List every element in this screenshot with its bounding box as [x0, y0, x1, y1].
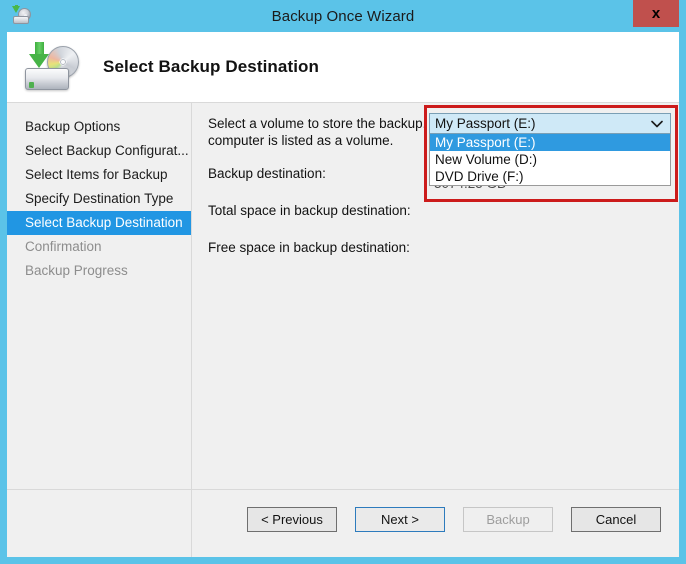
- backup-disk-icon: [11, 5, 33, 27]
- backup-destination-disk-icon: [19, 41, 81, 93]
- sidebar-item-select-items-for-backup[interactable]: Select Items for Backup: [7, 163, 191, 187]
- free-space-label: Free space in backup destination:: [208, 240, 410, 255]
- backup-once-wizard-window: Backup Once Wizard x bakicubukbakicubukb…: [0, 0, 686, 564]
- backup-destination-combobox[interactable]: My Passport (E:) My Passport (E:) New Vo…: [429, 113, 671, 186]
- combo-option-new-volume[interactable]: New Volume (D:): [430, 151, 670, 168]
- dialog-button-bar: < Previous Next > Backup Cancel: [247, 507, 661, 532]
- title-bar: Backup Once Wizard x: [7, 0, 679, 32]
- client-area: bakicubukbakicubukbakicubukbakicubukbaki…: [7, 32, 679, 557]
- page-body: Backup Options Select Backup Configurat.…: [7, 103, 679, 489]
- sidebar-item-confirmation: Confirmation: [25, 239, 102, 254]
- backup-destination-option-list[interactable]: My Passport (E:) New Volume (D:) DVD Dri…: [429, 134, 671, 186]
- dialog-footer: < Previous Next > Backup Cancel: [7, 489, 679, 557]
- backup-button: Backup: [463, 507, 553, 532]
- close-button[interactable]: x: [633, 0, 679, 27]
- window-title: Backup Once Wizard: [271, 7, 415, 25]
- combo-option-my-passport[interactable]: My Passport (E:): [430, 134, 670, 151]
- sidebar-item-select-backup-configuration[interactable]: Select Backup Configurat...: [7, 139, 191, 163]
- page-header: Select Backup Destination: [7, 32, 679, 103]
- total-space-label: Total space in backup destination:: [208, 203, 411, 218]
- sidebar-item-select-backup-destination[interactable]: Select Backup Destination: [7, 211, 191, 235]
- total-space-row: Total space in backup destination:: [208, 203, 665, 231]
- chevron-down-icon[interactable]: [651, 120, 663, 128]
- main-content: Select a volume to store the backup. An …: [192, 103, 679, 489]
- previous-button[interactable]: < Previous: [247, 507, 337, 532]
- backup-destination-label: Backup destination:: [208, 166, 326, 181]
- footer-sidebar-filler: [7, 490, 192, 557]
- sidebar-item-backup-progress: Backup Progress: [25, 263, 128, 278]
- page-title: Select Backup Destination: [103, 57, 320, 76]
- sidebar-item-backup-options[interactable]: Backup Options: [7, 115, 191, 139]
- next-button[interactable]: Next >: [355, 507, 445, 532]
- sidebar-item-specify-destination-type[interactable]: Specify Destination Type: [7, 187, 191, 211]
- backup-destination-selected-value: My Passport (E:): [435, 116, 536, 131]
- free-space-row: Free space in backup destination:: [208, 240, 665, 268]
- cancel-button[interactable]: Cancel: [571, 507, 661, 532]
- wizard-step-list: Backup Options Select Backup Configurat.…: [7, 103, 192, 489]
- combo-option-dvd-drive[interactable]: DVD Drive (F:): [430, 168, 670, 185]
- backup-destination-combobox-field[interactable]: My Passport (E:): [429, 113, 671, 134]
